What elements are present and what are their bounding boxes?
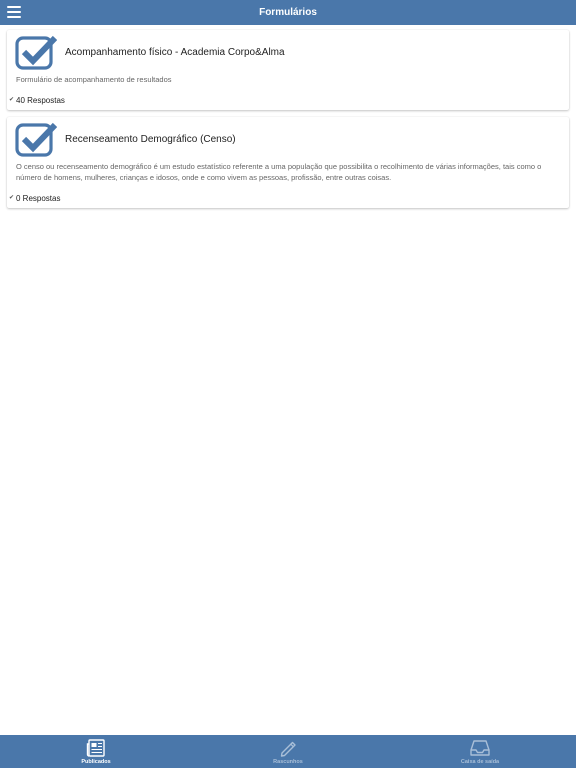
newspaper-icon [86, 739, 105, 757]
responses-count: 0 Respostas [16, 194, 61, 203]
form-card[interactable]: Recenseamento Demográfico (Censo) O cens… [7, 117, 569, 208]
form-title: Recenseamento Demográfico (Censo) [65, 134, 236, 145]
tab-caixa-de-saida[interactable]: Caixa de saída [384, 735, 576, 768]
tab-publicados[interactable]: Publicados [0, 735, 192, 768]
tab-label: Caixa de saída [460, 759, 500, 765]
form-description: O censo ou recenseamento demográfico é u… [16, 162, 542, 182]
inbox-tray-icon [470, 740, 490, 756]
form-card-header: Acompanhamento físico - Academia Corpo&A… [7, 30, 569, 74]
bottom-tab-bar: Publicados Rascunhos Caixa de saída [0, 735, 576, 768]
checkbox-checked-icon [15, 35, 57, 70]
form-card[interactable]: Acompanhamento físico - Academia Corpo&A… [7, 30, 569, 110]
tab-label: Publicados [81, 759, 111, 765]
form-footer: ✔ 40 Respostas [7, 95, 569, 110]
app-root: Formulários Acompanhamento físico - Acad… [0, 0, 576, 768]
tab-rascunhos[interactable]: Rascunhos [192, 735, 384, 768]
top-app-bar: Formulários [0, 0, 576, 25]
form-card-header: Recenseamento Demográfico (Censo) [7, 117, 569, 161]
checkmark-icon: ✔ [9, 97, 15, 103]
checkbox-checked-icon [15, 122, 57, 157]
tab-label: Rascunhos [273, 759, 303, 765]
forms-list: Acompanhamento físico - Academia Corpo&A… [7, 30, 569, 215]
page-title: Formulários [259, 7, 317, 18]
pencil-icon [280, 741, 296, 757]
responses-count: 40 Respostas [16, 96, 65, 105]
checkmark-icon: ✔ [9, 195, 15, 201]
form-title: Acompanhamento físico - Academia Corpo&A… [65, 47, 285, 58]
form-footer: ✔ 0 Respostas [7, 193, 569, 208]
